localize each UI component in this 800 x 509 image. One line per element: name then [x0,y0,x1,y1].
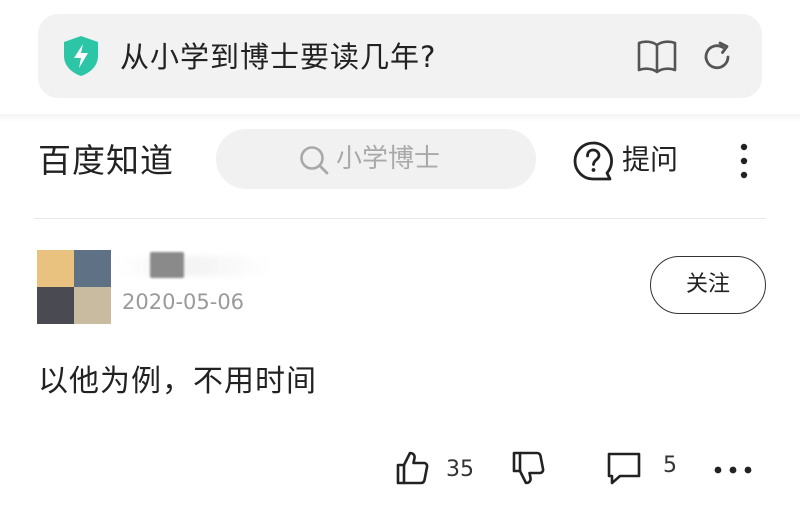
username-redacted [150,252,184,278]
thumbs-up-icon[interactable] [394,450,430,486]
avatar-tile [74,250,111,287]
follow-button[interactable]: 关注 [650,256,766,314]
avatar[interactable] [37,250,111,324]
thumbs-down-icon[interactable] [510,450,546,486]
avatar-tile [37,287,74,324]
avatar-tile [74,287,111,324]
question-bubble-icon[interactable] [572,140,614,182]
search-icon [300,146,329,175]
divider [34,218,766,219]
book-icon[interactable] [636,38,678,74]
refresh-icon[interactable] [698,38,736,76]
more-horizontal-icon[interactable] [713,464,753,476]
search-placeholder[interactable]: 小学博士 [336,142,440,176]
comment-count: 5 [663,453,677,478]
shield-bolt-icon[interactable] [60,34,102,78]
ask-question-button[interactable]: 提问 [622,142,678,178]
avatar-tile [37,250,74,287]
username-redacted-blur [118,256,268,276]
post-date: 2020-05-06 [122,290,245,314]
answer-text: 以他为例，不用时间 [38,364,317,399]
url-title[interactable]: 从小学到博士要读几年? [120,37,436,77]
site-logo[interactable]: 百度知道 [38,140,174,182]
toolbar-shadow [0,114,800,122]
comment-icon[interactable] [606,450,642,486]
more-vertical-icon[interactable] [735,142,753,180]
like-count: 35 [446,457,474,482]
